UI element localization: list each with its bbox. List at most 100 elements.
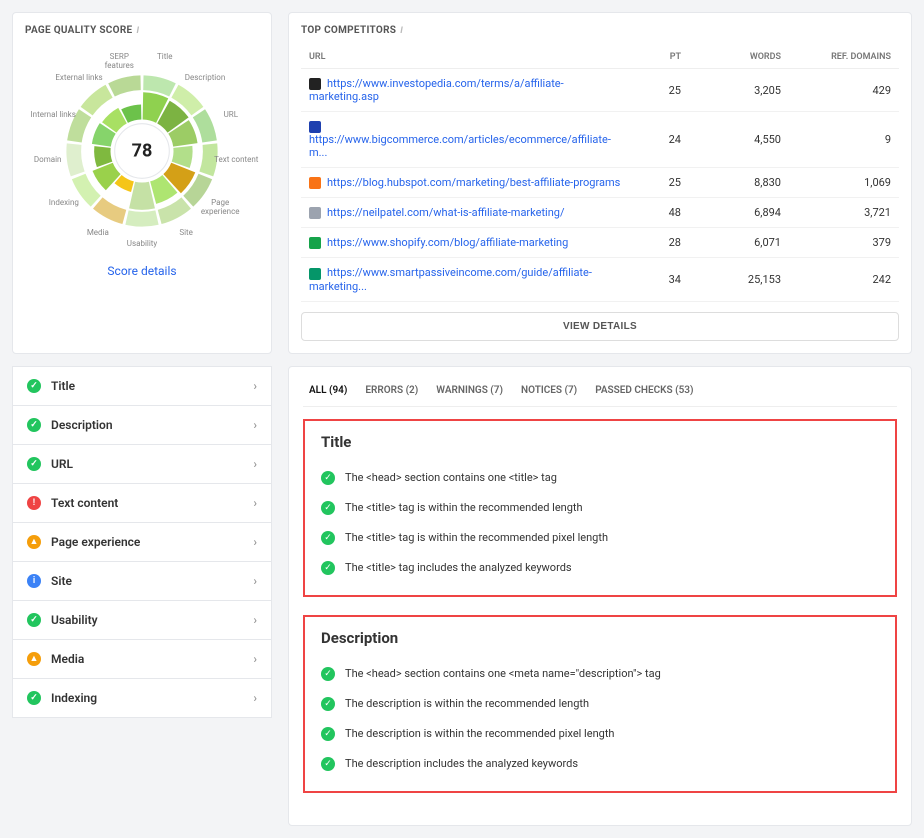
top-competitors-title: TOP COMPETITORS i	[301, 25, 899, 36]
tab-passed[interactable]: PASSED CHECKS (53)	[595, 385, 693, 396]
col-url: URL	[301, 46, 629, 69]
warn-icon: ▲	[27, 652, 41, 666]
sidebar-item-title[interactable]: ✓Title›	[12, 366, 272, 406]
check-ok-icon: ✓	[321, 727, 335, 741]
competitor-url-link[interactable]: https://www.investopedia.com/terms/a/aff…	[309, 77, 564, 103]
check-ok-icon: ✓	[321, 757, 335, 771]
chevron-right-icon: ›	[253, 691, 257, 705]
col-words: WORDS	[689, 46, 789, 69]
favicon-icon	[309, 121, 321, 133]
error-icon: !	[27, 496, 41, 510]
section-title: Description	[321, 629, 879, 647]
donut-label: Page experience	[195, 199, 245, 217]
donut-label: SERP features	[94, 53, 144, 71]
sidebar-item-label: Description	[51, 418, 113, 432]
competitors-table: URL PT WORDS REF. DOMAINS https://www.in…	[301, 46, 899, 302]
check-row: ✓ The <head> section contains one <meta n…	[321, 659, 879, 689]
cell-ref: 379	[789, 228, 899, 258]
sidebar-item-label: URL	[51, 457, 73, 471]
donut-label: Description	[180, 74, 230, 83]
favicon-icon	[309, 78, 321, 90]
sidebar-item-media[interactable]: ▲Media›	[12, 639, 272, 679]
chevron-right-icon: ›	[253, 652, 257, 666]
ok-icon: ✓	[27, 457, 41, 471]
competitor-url-link[interactable]: https://www.shopify.com/blog/affiliate-m…	[327, 236, 568, 249]
sidebar-item-indexing[interactable]: ✓Indexing›	[12, 678, 272, 718]
cell-pt: 25	[629, 168, 689, 198]
sidebar-item-description[interactable]: ✓ Description ›	[12, 405, 272, 445]
sidebar-item-label: Usability	[51, 613, 98, 627]
page-quality-title-text: PAGE QUALITY SCORE	[25, 25, 132, 36]
score-details-link[interactable]: Score details	[25, 264, 259, 278]
check-text: The <title> tag includes the analyzed ke…	[345, 561, 572, 574]
tab-all[interactable]: ALL (94)	[309, 385, 347, 396]
table-row: https://blog.hubspot.com/marketing/best-…	[301, 168, 899, 198]
chevron-right-icon: ›	[253, 418, 257, 432]
competitor-url-link[interactable]: https://www.bigcommerce.com/articles/eco…	[309, 133, 611, 159]
sidebar-item-label: Title	[51, 379, 75, 393]
sidebar-item-url[interactable]: ✓ URL ›	[12, 444, 272, 484]
cell-pt: 24	[629, 112, 689, 168]
cell-ref: 9	[789, 112, 899, 168]
sidebar-item-label: Site	[51, 574, 72, 588]
cell-words: 25,153	[689, 258, 789, 301]
info-icon[interactable]: i	[136, 26, 139, 36]
cell-words: 8,830	[689, 168, 789, 198]
cell-pt: 48	[629, 198, 689, 228]
sidebar-item-text-content[interactable]: !Text content›	[12, 483, 272, 523]
favicon-icon	[309, 268, 321, 280]
tab-notices[interactable]: NOTICES (7)	[521, 385, 577, 396]
table-row: https://www.smartpassiveincome.com/guide…	[301, 258, 899, 301]
ok-icon: ✓	[27, 418, 41, 432]
cell-ref: 3,721	[789, 198, 899, 228]
cell-words: 6,071	[689, 228, 789, 258]
check-ok-icon: ✓	[321, 697, 335, 711]
check-row: ✓The <title> tag is within the recommend…	[321, 493, 879, 523]
cell-words: 6,894	[689, 198, 789, 228]
check-text: The description includes the analyzed ke…	[345, 757, 578, 770]
tab-warnings[interactable]: WARNINGS (7)	[436, 385, 503, 396]
donut-label: URL	[206, 111, 256, 120]
section-title: Title	[321, 433, 879, 451]
check-text: The <head> section contains one <meta na…	[345, 667, 661, 680]
favicon-icon	[309, 237, 321, 249]
donut-label: Usability	[117, 240, 167, 249]
donut-label: Title	[140, 53, 190, 62]
cell-words: 4,550	[689, 112, 789, 168]
sidebar-item-label: Page experience	[51, 535, 140, 549]
checks-tabs: ALL (94) ERRORS (2) WARNINGS (7) NOTICES (7…	[303, 381, 897, 407]
info-icon[interactable]: i	[400, 26, 403, 36]
donut-label: Text content	[211, 156, 261, 165]
chevron-right-icon: ›	[253, 379, 257, 393]
check-text: The description is within the recommende…	[345, 727, 614, 740]
ok-icon: ✓	[27, 691, 41, 705]
check-ok-icon: ✓	[321, 667, 335, 681]
chevron-right-icon: ›	[253, 457, 257, 471]
competitor-url-link[interactable]: https://blog.hubspot.com/marketing/best-…	[327, 176, 620, 189]
top-competitors-title-text: TOP COMPETITORS	[301, 25, 396, 36]
cell-pt: 28	[629, 228, 689, 258]
checks-section-description: Description ✓ The <head> section contains …	[303, 615, 897, 793]
cell-pt: 25	[629, 69, 689, 112]
chevron-right-icon: ›	[253, 613, 257, 627]
sidebar-item-page-experience[interactable]: ▲Page experience›	[12, 522, 272, 562]
table-row: https://www.bigcommerce.com/articles/eco…	[301, 112, 899, 168]
table-row: https://www.investopedia.com/terms/a/aff…	[301, 69, 899, 112]
col-pt: PT	[629, 46, 689, 69]
view-details-button[interactable]: VIEW DETAILS	[301, 312, 899, 341]
check-ok-icon: ✓	[321, 471, 335, 485]
sidebar-item-site[interactable]: iSite›	[12, 561, 272, 601]
cell-words: 3,205	[689, 69, 789, 112]
competitor-url-link[interactable]: https://www.smartpassiveincome.com/guide…	[309, 266, 592, 292]
donut-label: Indexing	[39, 199, 89, 208]
ok-icon: ✓	[27, 613, 41, 627]
check-text: The <head> section contains one <title> …	[345, 471, 557, 484]
check-row: ✓ The description includes the analyzed k…	[321, 749, 879, 779]
competitor-url-link[interactable]: https://neilpatel.com/what-is-affiliate-…	[327, 206, 565, 219]
sidebar-item-usability[interactable]: ✓ Usability ›	[12, 600, 272, 640]
page-quality-title: PAGE QUALITY SCORE i	[25, 25, 259, 36]
check-text: The description is within the recommende…	[345, 697, 589, 710]
tab-errors[interactable]: ERRORS (2)	[365, 385, 418, 396]
page-quality-panel: PAGE QUALITY SCORE i 78 TitleDescription…	[12, 12, 272, 354]
checks-main: ALL (94) ERRORS (2) WARNINGS (7) NOTICES (7…	[288, 366, 912, 826]
